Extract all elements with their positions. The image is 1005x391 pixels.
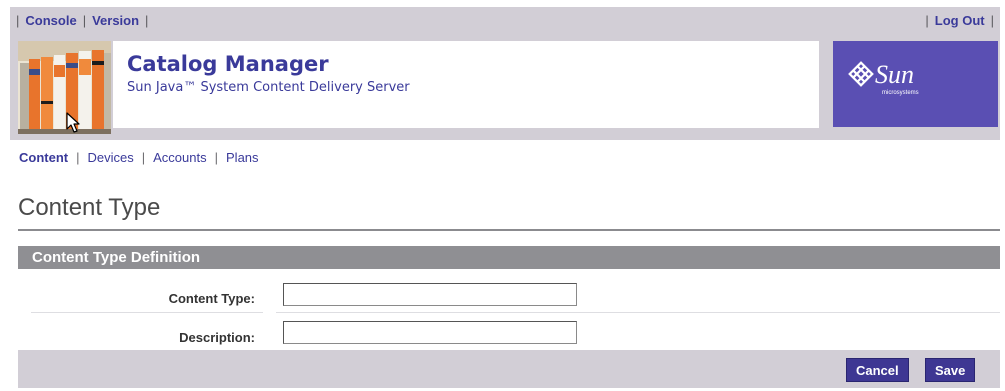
main-nav: Content | Devices | Accounts | Plans (19, 150, 259, 165)
app-banner: Catalog Manager Sun Java™ System Content… (113, 41, 819, 128)
section-header: Content Type Definition (18, 246, 1000, 269)
separator: | (990, 13, 994, 28)
utility-links-left: | Console | Version | (10, 13, 154, 28)
version-link[interactable]: Version (92, 13, 139, 28)
sun-logo-subtext: microsystems (882, 90, 919, 96)
product-books-image (18, 41, 111, 134)
separator: | (16, 13, 20, 28)
title-divider (18, 229, 1000, 231)
logout-link[interactable]: Log Out (935, 13, 985, 28)
books-illustration (18, 41, 111, 134)
row-divider (31, 312, 263, 313)
console-link[interactable]: Console (25, 13, 76, 28)
description-input[interactable] (283, 321, 577, 344)
separator: | (925, 13, 929, 28)
nav-item-content[interactable]: Content (19, 150, 68, 165)
page-title: Content Type (18, 194, 161, 221)
content-type-label: Content Type: (168, 291, 255, 306)
app-subtitle: Sun Java™ System Content Delivery Server (127, 80, 410, 95)
separator: | (214, 150, 219, 165)
section-title: Content Type Definition (32, 249, 201, 266)
action-bar: Cancel Save (18, 350, 1000, 388)
sun-logo-mark: Sun microsystems (848, 60, 919, 96)
sun-logo: Sun microsystems (833, 41, 998, 127)
separator: | (76, 150, 80, 165)
row-divider (276, 312, 1000, 313)
nav-item-accounts[interactable]: Accounts (153, 150, 206, 165)
mouse-cursor-icon (66, 112, 82, 139)
sun-logo-text: Sun (875, 60, 914, 89)
app-title: Catalog Manager (127, 52, 329, 76)
separator: | (145, 13, 149, 28)
utility-links-right: | Log Out | (919, 13, 1000, 28)
description-label: Description: (179, 330, 255, 345)
utility-bar: | Console | Version | | Log Out | (10, 13, 1000, 33)
separator: | (141, 150, 146, 165)
save-button[interactable]: Save (925, 358, 976, 382)
cancel-button[interactable]: Cancel (846, 358, 909, 382)
separator: | (82, 13, 87, 28)
content-type-input[interactable] (283, 283, 577, 306)
nav-item-plans[interactable]: Plans (226, 150, 259, 165)
nav-item-devices[interactable]: Devices (88, 150, 134, 165)
